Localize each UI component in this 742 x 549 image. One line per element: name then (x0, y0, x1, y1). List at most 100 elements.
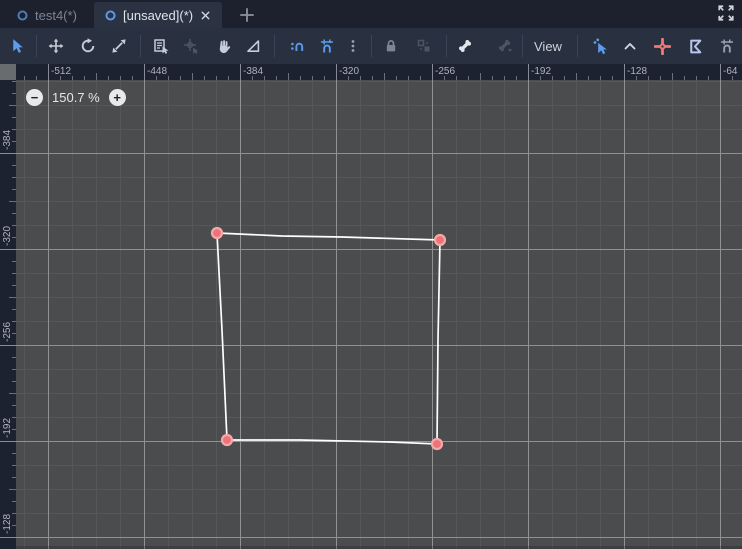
bone-icon (459, 40, 471, 52)
ruler-row: -512 -448 -384 -320 -256 -192 -128 -64 (0, 64, 742, 80)
grid-snap-icon (321, 39, 333, 53)
drawn-polygon[interactable] (216, 232, 441, 445)
grid-snap-toggle[interactable] (314, 33, 340, 59)
toolbar-separator (446, 35, 447, 57)
chevron-up-icon (624, 43, 636, 50)
scale-tool-button[interactable] (106, 33, 132, 59)
group-icon (417, 39, 430, 52)
ruler-label: -192 (531, 66, 552, 77)
lock-toggle-button[interactable] (378, 33, 404, 59)
edit-points-icon (593, 38, 607, 54)
scene-tab-label: [unsaved](*) (123, 7, 194, 23)
toolbar-separator (371, 35, 372, 57)
ruler-label: -320 (2, 225, 13, 246)
toolbar-separator (522, 35, 523, 57)
ruler-tick (9, 105, 16, 106)
add-point-icon (653, 37, 671, 55)
list-select-icon (154, 39, 169, 54)
scene-tab-unsaved[interactable]: [unsaved](*) (94, 2, 223, 28)
ruler-tick (288, 73, 289, 80)
scene-tab-label: test4(*) (35, 7, 77, 23)
polygon-vertex-handle[interactable] (430, 437, 444, 451)
scene-tab-test4[interactable]: test4(*) (6, 2, 87, 28)
ruler-tick (0, 249, 16, 250)
new-scene-tab-button[interactable] (238, 6, 256, 24)
snap-options-menu-button[interactable] (340, 33, 366, 59)
select-arrow-icon (12, 38, 23, 53)
edit-points-tool-button[interactable] (587, 33, 613, 59)
chevron-up-button[interactable] (617, 33, 643, 59)
pan-tool-button[interactable] (210, 33, 236, 59)
polygon-vertex-handle[interactable] (433, 233, 447, 247)
zoom-level[interactable]: 150.7 % (52, 90, 100, 105)
canvas-item-toolbar: View (0, 28, 742, 64)
ruler-tick (336, 64, 337, 80)
ruler-tick (96, 73, 97, 80)
scene-circle-icon (17, 9, 28, 21)
expand-viewport-icon[interactable] (717, 4, 735, 22)
ruler-tick (0, 441, 16, 442)
ruler-label: -256 (435, 66, 456, 77)
ruler-tick (240, 64, 241, 80)
list-select-tool-button[interactable] (148, 33, 174, 59)
ruler-label: -320 (339, 66, 360, 77)
ruler-tick (9, 489, 16, 490)
smart-snap-toggle[interactable] (284, 33, 310, 59)
ruler-label: -384 (243, 66, 264, 77)
ruler-corner (0, 64, 16, 80)
close-tab-icon[interactable] (199, 9, 212, 22)
select-tool-button[interactable] (4, 33, 30, 59)
polygon-vertex-handle[interactable] (210, 226, 224, 240)
horizontal-ruler[interactable]: -512 -448 -384 -320 -256 -192 -128 -64 (16, 64, 742, 80)
polygon-icon (689, 39, 701, 53)
smart-snap-icon (291, 42, 304, 51)
zoom-in-button[interactable]: + (108, 89, 126, 106)
group-toggle-button[interactable] (411, 33, 437, 59)
ruler-tick (384, 73, 385, 80)
ruler-label: -448 (147, 66, 168, 77)
toolbar-separator (274, 35, 275, 57)
ruler-tick (480, 73, 481, 80)
polygon-vertex-handle[interactable] (220, 433, 234, 447)
skeleton-options-menu-button[interactable] (492, 33, 518, 59)
view-menu-button[interactable]: View (528, 33, 568, 59)
ruler-label: -256 (2, 321, 13, 342)
scale-icon (112, 39, 126, 53)
zoom-controls: − 150.7 % + (26, 89, 126, 106)
vertical-ruler[interactable]: -384 -320 -256 -192 -128 (0, 80, 16, 549)
2d-canvas[interactable]: − 150.7 % + (16, 80, 742, 549)
snap-grid-toggle-right-button[interactable] (714, 33, 740, 59)
ruler-triangle-icon (247, 40, 260, 52)
ruler-tick (9, 201, 16, 202)
toolbar-separator (577, 35, 578, 57)
ruler-tick (144, 64, 145, 80)
grid-snap-icon (721, 39, 733, 53)
scene-tab-bar: test4(*) [unsaved](*) (0, 0, 742, 28)
ruler-tick (9, 297, 16, 298)
pivot-icon (184, 39, 199, 54)
rotate-icon (81, 38, 95, 53)
toolbar-separator (36, 35, 37, 57)
ruler-tick (9, 393, 16, 394)
ruler-tick (432, 64, 433, 80)
ruler-label: -192 (2, 417, 13, 438)
ruler-tool-button[interactable] (240, 33, 266, 59)
vertical-dots-icon (351, 40, 355, 52)
move-tool-button[interactable] (43, 33, 69, 59)
edit-polygon-tool-button[interactable] (682, 33, 708, 59)
rotate-tool-button[interactable] (75, 33, 101, 59)
skeleton-options-icon (498, 39, 512, 52)
pivot-tool-button[interactable] (178, 33, 204, 59)
zoom-out-button[interactable]: − (26, 89, 43, 106)
ruler-tick (0, 345, 16, 346)
godot-2d-editor: test4(*) [unsaved](*) View -512 -448 -38… (0, 0, 742, 549)
ruler-tick (672, 73, 673, 80)
toolbar-separator (140, 35, 141, 57)
ruler-tick (624, 64, 625, 80)
bone-tool-button[interactable] (452, 33, 478, 59)
ruler-tick (192, 73, 193, 80)
ruler-label: -384 (2, 129, 13, 150)
lock-icon (386, 40, 396, 52)
add-point-tool-button[interactable] (649, 33, 675, 59)
viewport-main: -384 -320 -256 -192 -128 − 150.7 % + (0, 80, 742, 549)
